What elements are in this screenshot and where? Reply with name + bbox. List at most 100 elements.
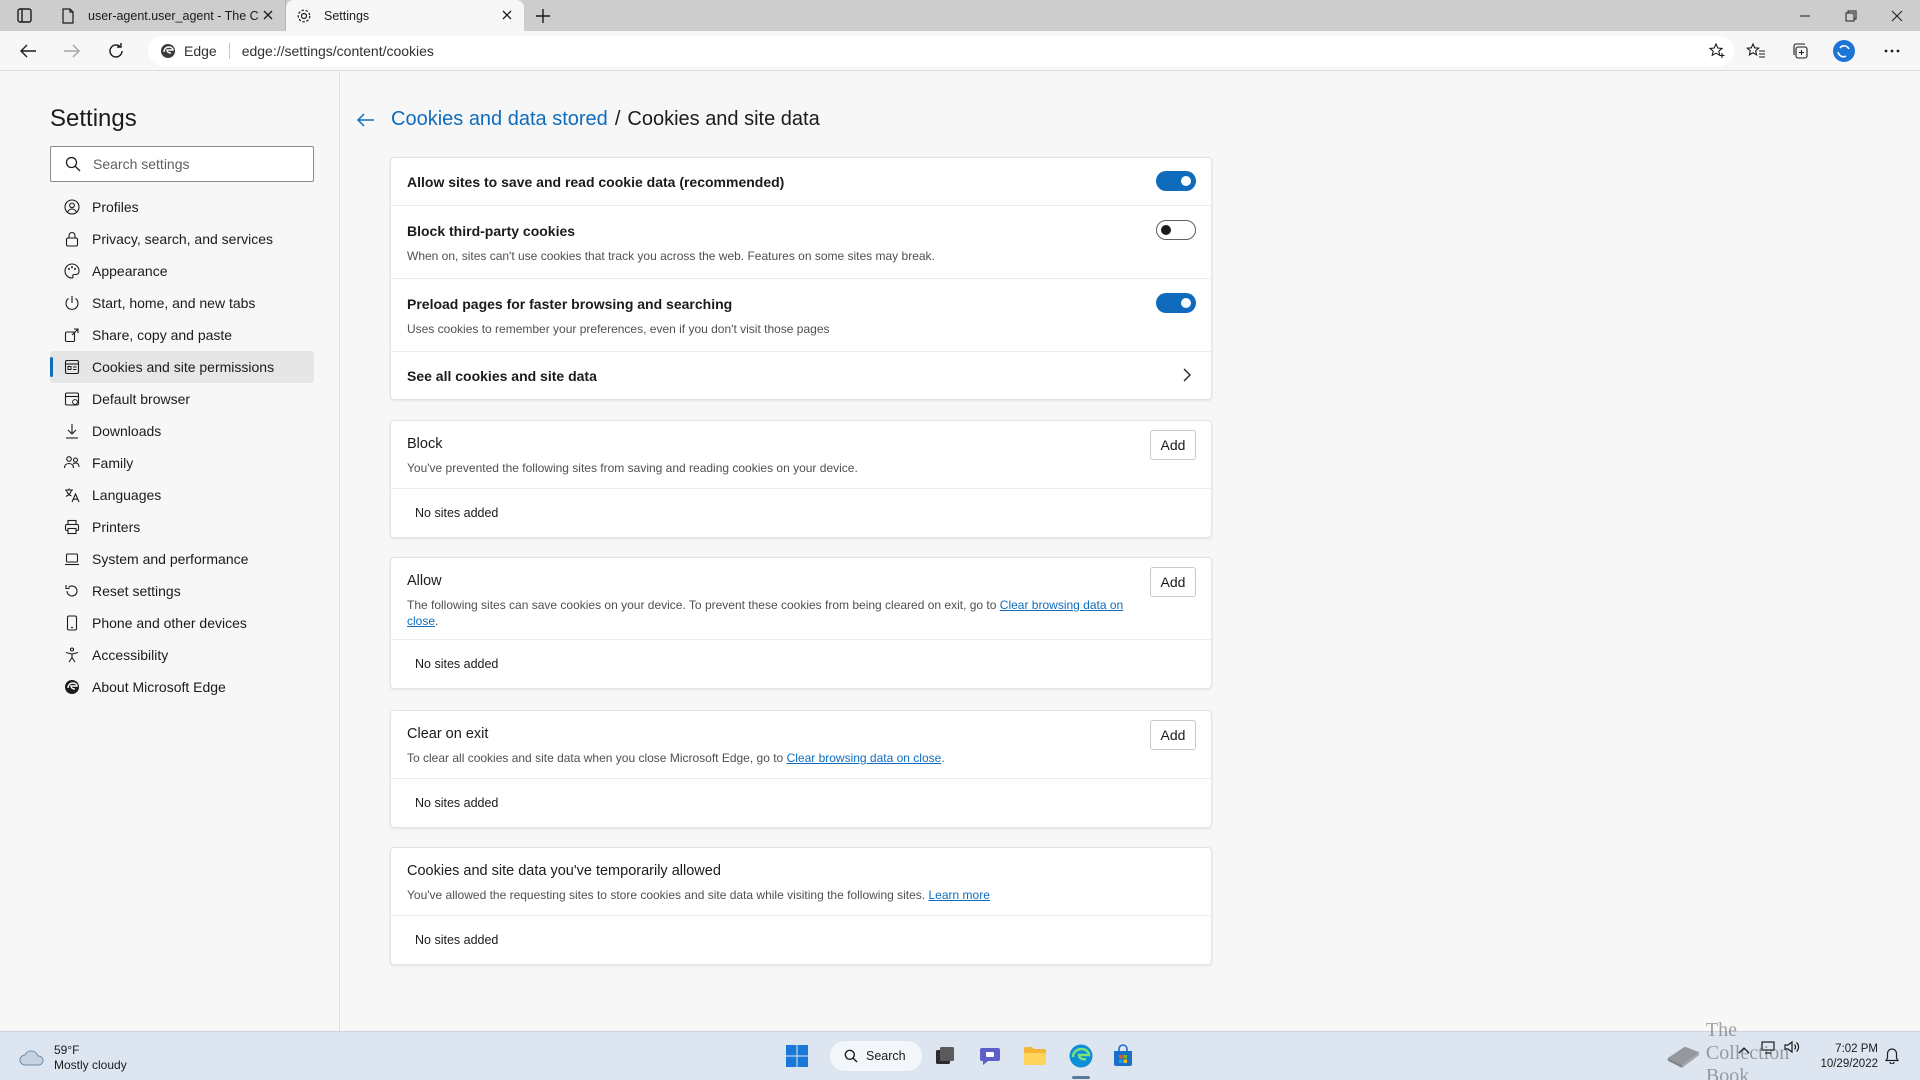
task-view-icon[interactable]: [930, 1041, 960, 1071]
breadcrumb: Cookies and data stored / Cookies and si…: [357, 108, 820, 131]
sidebar-item-label: Appearance: [92, 263, 168, 279]
start-icon[interactable]: [782, 1041, 812, 1071]
printer-icon: [63, 518, 81, 536]
minimize-icon[interactable]: [1782, 0, 1828, 31]
lock-icon: [63, 230, 81, 248]
allow-cookies-toggle[interactable]: [1156, 171, 1196, 191]
sidebar-item-label: Default browser: [92, 391, 191, 407]
book-logo-icon: [1667, 1046, 1700, 1068]
allow-title: Allow: [407, 573, 442, 589]
allow-desc: The following sites can save cookies on …: [407, 598, 997, 612]
sidebar-item-appearance[interactable]: Appearance: [50, 255, 314, 287]
preload-row[interactable]: Preload pages for faster browsing and se…: [391, 279, 1211, 352]
profile-avatar-icon[interactable]: [1832, 39, 1856, 63]
file-explorer-icon[interactable]: [1020, 1041, 1050, 1071]
new-tab-icon[interactable]: [533, 6, 553, 26]
watermark: The Collection Book: [1665, 1019, 1825, 1080]
url-text[interactable]: edge://settings/content/cookies: [242, 43, 434, 59]
sidebar-item-default-browser[interactable]: Default browser: [50, 383, 314, 415]
breadcrumb-parent-link[interactable]: Cookies and data stored: [391, 108, 608, 131]
edge-icon: [161, 44, 175, 58]
block-desc: You've prevented the following sites fro…: [407, 461, 858, 475]
sidebar-item-phone-devices[interactable]: Phone and other devices: [50, 607, 314, 639]
favorites-icon[interactable]: [1744, 39, 1768, 63]
sidebar-item-privacy[interactable]: Privacy, search, and services: [50, 223, 314, 255]
search-icon: [844, 1049, 858, 1063]
family-icon: [63, 454, 81, 472]
sidebar-item-reset-settings[interactable]: Reset settings: [50, 575, 314, 607]
allow-list: No sites added: [391, 640, 1211, 688]
sidebar-item-languages[interactable]: Languages: [50, 479, 314, 511]
appearance-icon: [63, 262, 81, 280]
address-bar[interactable]: Edge edge://settings/content/cookies: [148, 36, 1734, 66]
sidebar-item-label: Share, copy and paste: [92, 327, 233, 343]
sidebar-item-accessibility[interactable]: Accessibility: [50, 639, 314, 671]
cloud-icon: [19, 1050, 44, 1066]
preload-toggle[interactable]: [1156, 293, 1196, 313]
sidebar-item-label: Privacy, search, and services: [92, 231, 274, 247]
sidebar-item-label: Languages: [92, 487, 162, 503]
sidebar-item-about-edge[interactable]: About Microsoft Edge: [50, 671, 314, 703]
learn-more-link[interactable]: Learn more: [929, 888, 990, 902]
back-icon[interactable]: [16, 39, 40, 63]
refresh-icon[interactable]: [104, 39, 128, 63]
more-options-icon[interactable]: [1880, 39, 1904, 63]
store-icon[interactable]: [1108, 1041, 1138, 1071]
sidebar-item-label: System and performance: [92, 551, 249, 567]
back-arrow-icon[interactable]: [357, 110, 377, 130]
clear-on-exit-list: No sites added: [391, 779, 1211, 827]
taskbar-search-button[interactable]: Search: [830, 1041, 922, 1071]
tab-user-agent[interactable]: user-agent.user_agent - The Col: [50, 0, 286, 31]
clear-on-exit-desc: To clear all cookies and site data when …: [407, 751, 784, 765]
see-all-cookies-row[interactable]: See all cookies and site data: [391, 352, 1211, 399]
site-identity[interactable]: Edge: [160, 43, 217, 59]
tab-actions-icon[interactable]: [12, 7, 36, 25]
block-third-party-toggle[interactable]: [1156, 220, 1196, 240]
settings-nav: Profiles Privacy, search, and services A…: [50, 191, 314, 703]
temp-allowed-desc-block: You've allowed the requesting sites to s…: [407, 887, 1211, 903]
sidebar-item-share-copy[interactable]: Share, copy and paste: [50, 319, 314, 351]
close-tab-icon[interactable]: [261, 8, 275, 22]
sidebar-item-profiles[interactable]: Profiles: [50, 191, 314, 223]
settings-title: Settings: [50, 105, 137, 132]
collections-icon[interactable]: [1788, 39, 1812, 63]
search-box[interactable]: [50, 146, 314, 182]
sidebar-item-system-performance[interactable]: System and performance: [50, 543, 314, 575]
block-third-party-row[interactable]: Block third-party cookies When on, sites…: [391, 206, 1211, 279]
close-window-icon[interactable]: [1874, 0, 1920, 31]
sidebar-item-start-home[interactable]: Start, home, and new tabs: [50, 287, 314, 319]
sidebar-item-downloads[interactable]: Downloads: [50, 415, 314, 447]
sidebar-item-printers[interactable]: Printers: [50, 511, 314, 543]
temp-allowed-card: Cookies and site data you've temporarily…: [390, 847, 1212, 965]
clear-on-exit-add-button[interactable]: Add: [1150, 720, 1196, 750]
clock-date: 10/29/2022: [1820, 1058, 1878, 1070]
allow-cookies-row[interactable]: Allow sites to save and read cookie data…: [391, 158, 1211, 206]
address-divider: [228, 43, 230, 59]
search-input[interactable]: [93, 156, 303, 172]
chevron-right-icon: [1183, 368, 1191, 387]
notification-icon[interactable]: [1880, 1041, 1904, 1071]
clear-on-exit-link[interactable]: Clear browsing data on close: [787, 751, 942, 765]
sidebar-item-cookies[interactable]: Cookies and site permissions: [50, 351, 314, 383]
temp-allowed-header: Cookies and site data you've temporarily…: [391, 848, 1211, 916]
sidebar-item-label: About Microsoft Edge: [92, 679, 226, 695]
taskbar-clock[interactable]: 7:02 PM 10/29/2022: [1820, 1042, 1878, 1072]
edge-taskbar-icon[interactable]: [1066, 1041, 1096, 1071]
tab-settings[interactable]: Settings: [286, 0, 524, 31]
power-icon: [63, 294, 81, 312]
sidebar-item-family[interactable]: Family: [50, 447, 314, 479]
clear-on-exit-empty-text: No sites added: [415, 796, 499, 810]
restore-icon[interactable]: [1828, 0, 1874, 31]
close-tab-icon[interactable]: [500, 8, 514, 22]
weather-widget[interactable]: 59°F Mostly cloudy: [18, 1043, 127, 1073]
block-header: Block You've prevented the following sit…: [391, 421, 1211, 489]
search-icon: [65, 156, 81, 172]
edge-label: Edge: [184, 43, 217, 59]
add-favorite-icon[interactable]: [1708, 42, 1726, 60]
block-add-button[interactable]: Add: [1150, 430, 1196, 460]
block-third-party-label: Block third-party cookies: [407, 223, 576, 239]
tab-title: Settings: [324, 8, 370, 23]
teams-chat-icon[interactable]: [976, 1041, 1006, 1071]
tab-title: user-agent.user_agent - The Col: [88, 8, 258, 23]
allow-add-button[interactable]: Add: [1150, 567, 1196, 597]
